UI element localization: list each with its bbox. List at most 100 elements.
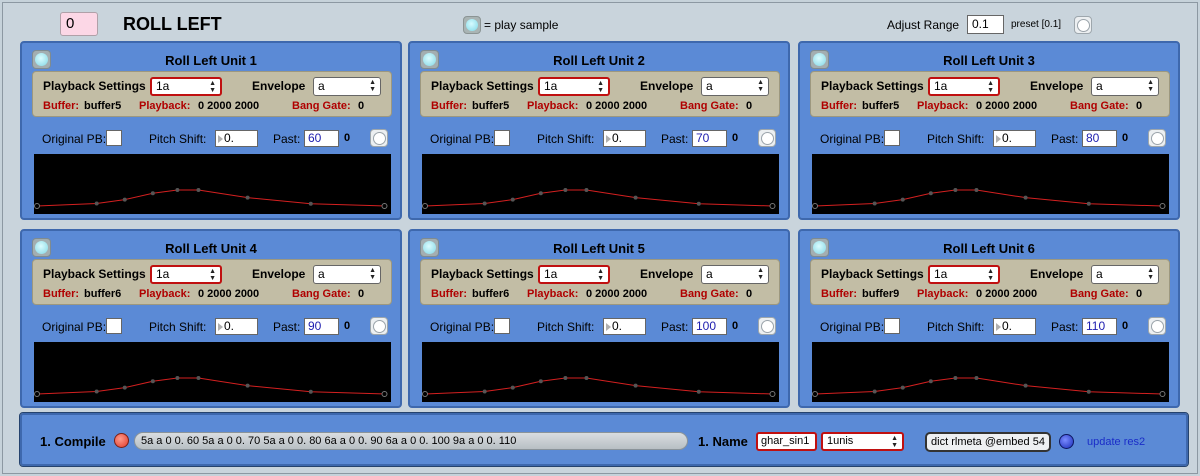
envelope-point[interactable]	[1023, 383, 1028, 388]
adjust-range-input[interactable]: 0.1	[967, 15, 1004, 34]
name-field[interactable]: ghar_sin1	[756, 432, 817, 451]
pitch-shift-input[interactable]: 0.	[215, 130, 258, 147]
envelope-point[interactable]	[245, 383, 250, 388]
envelope-select[interactable]: a ▲ ▼	[701, 77, 769, 96]
envelope-select[interactable]: a ▲ ▼	[313, 265, 381, 284]
envelope-point[interactable]	[510, 385, 515, 390]
envelope-point[interactable]	[308, 201, 313, 206]
pitch-shift-input[interactable]: 0.	[993, 318, 1036, 335]
envelope-point[interactable]	[94, 201, 99, 206]
envelope-point[interactable]	[1086, 389, 1091, 394]
envelope-point[interactable]	[563, 188, 568, 192]
pitch-shift-input[interactable]: 0.	[603, 130, 646, 147]
envelope-point[interactable]	[308, 389, 313, 394]
playback-settings-select[interactable]: 1a ▲ ▼	[150, 77, 222, 96]
envelope-graph[interactable]	[812, 342, 1169, 402]
pitch-shift-input[interactable]: 0.	[603, 318, 646, 335]
envelope-point[interactable]	[122, 385, 127, 390]
envelope-point[interactable]	[482, 389, 487, 394]
envelope-point[interactable]	[584, 376, 589, 380]
original-pb-checkbox[interactable]	[884, 130, 900, 146]
envelope-point[interactable]	[538, 191, 543, 196]
compile-button[interactable]	[114, 433, 129, 448]
envelope-select[interactable]: a ▲ ▼	[701, 265, 769, 284]
envelope-point[interactable]	[1023, 195, 1028, 200]
envelope-point[interactable]	[245, 195, 250, 200]
envelope-point[interactable]	[510, 197, 515, 202]
unit-toggle-button[interactable]	[758, 129, 776, 147]
playback-settings-select[interactable]: 1a ▲ ▼	[928, 265, 1000, 284]
original-pb-checkbox[interactable]	[494, 318, 510, 334]
past-input[interactable]: 70	[692, 130, 727, 147]
unit-toggle-button[interactable]	[370, 129, 388, 147]
envelope-point[interactable]	[34, 391, 40, 397]
envelope-point[interactable]	[696, 389, 701, 394]
envelope-point[interactable]	[812, 391, 818, 397]
envelope-point[interactable]	[150, 191, 155, 196]
envelope-point[interactable]	[953, 188, 958, 192]
envelope-point[interactable]	[812, 203, 818, 209]
envelope-select[interactable]: a ▲ ▼	[1091, 265, 1159, 284]
original-pb-checkbox[interactable]	[494, 130, 510, 146]
unit-toggle-button[interactable]	[1148, 129, 1166, 147]
original-pb-checkbox[interactable]	[106, 130, 122, 146]
unit-toggle-button[interactable]	[370, 317, 388, 335]
envelope-point[interactable]	[422, 391, 428, 397]
envelope-point[interactable]	[769, 203, 776, 209]
envelope-point[interactable]	[584, 188, 589, 192]
playback-settings-select[interactable]: 1a ▲ ▼	[150, 265, 222, 284]
envelope-point[interactable]	[696, 201, 701, 206]
envelope-point[interactable]	[974, 188, 979, 192]
past-input[interactable]: 90	[304, 318, 339, 335]
preset-number-box[interactable]: 0	[60, 12, 98, 36]
envelope-graph[interactable]	[812, 154, 1169, 214]
envelope-point[interactable]	[381, 391, 388, 397]
unit-toggle-button[interactable]	[1148, 317, 1166, 335]
envelope-point[interactable]	[769, 391, 776, 397]
envelope-point[interactable]	[1086, 201, 1091, 206]
envelope-point[interactable]	[563, 376, 568, 380]
envelope-graph[interactable]	[422, 154, 779, 214]
envelope-select[interactable]: a ▲ ▼	[313, 77, 381, 96]
pitch-shift-input[interactable]: 0.	[993, 130, 1036, 147]
envelope-point[interactable]	[122, 197, 127, 202]
envelope-point[interactable]	[928, 379, 933, 384]
envelope-graph[interactable]	[34, 342, 391, 402]
envelope-point[interactable]	[196, 188, 201, 192]
envelope-point[interactable]	[175, 188, 180, 192]
units-select[interactable]: 1unis ▲ ▼	[821, 432, 904, 451]
envelope-point[interactable]	[872, 389, 877, 394]
unit-toggle-button[interactable]	[758, 317, 776, 335]
envelope-point[interactable]	[974, 376, 979, 380]
envelope-graph[interactable]	[34, 154, 391, 214]
envelope-graph[interactable]	[422, 342, 779, 402]
pitch-shift-input[interactable]: 0.	[215, 318, 258, 335]
playback-settings-select[interactable]: 1a ▲ ▼	[538, 77, 610, 96]
envelope-point[interactable]	[633, 383, 638, 388]
original-pb-checkbox[interactable]	[106, 318, 122, 334]
envelope-point[interactable]	[381, 203, 388, 209]
envelope-point[interactable]	[482, 201, 487, 206]
envelope-point[interactable]	[633, 195, 638, 200]
dict-button[interactable]: dict rlmeta @embed 54	[925, 432, 1051, 452]
playback-settings-select[interactable]: 1a ▲ ▼	[928, 77, 1000, 96]
envelope-point[interactable]	[422, 203, 428, 209]
past-input[interactable]: 60	[304, 130, 339, 147]
envelope-point[interactable]	[1159, 203, 1166, 209]
past-input[interactable]: 80	[1082, 130, 1117, 147]
playback-settings-select[interactable]: 1a ▲ ▼	[538, 265, 610, 284]
envelope-point[interactable]	[900, 197, 905, 202]
envelope-point[interactable]	[928, 191, 933, 196]
envelope-point[interactable]	[175, 376, 180, 380]
envelope-point[interactable]	[196, 376, 201, 380]
past-input[interactable]: 110	[1082, 318, 1117, 335]
envelope-point[interactable]	[150, 379, 155, 384]
past-input[interactable]: 100	[692, 318, 727, 335]
envelope-point[interactable]	[1159, 391, 1166, 397]
update-button[interactable]	[1059, 434, 1074, 449]
envelope-point[interactable]	[900, 385, 905, 390]
envelope-point[interactable]	[94, 389, 99, 394]
envelope-point[interactable]	[872, 201, 877, 206]
envelope-point[interactable]	[34, 203, 40, 209]
original-pb-checkbox[interactable]	[884, 318, 900, 334]
